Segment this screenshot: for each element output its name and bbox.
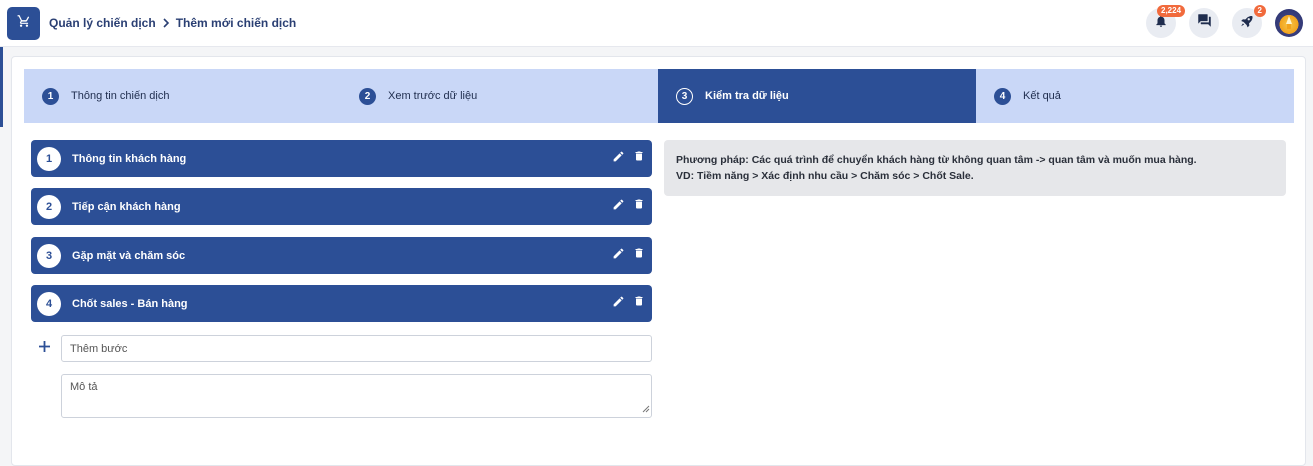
rocket-button[interactable]: 2 (1232, 5, 1266, 38)
step-label: Kiểm tra dữ liệu (705, 90, 789, 102)
step-number: 1 (42, 87, 59, 105)
cart-icon (17, 14, 31, 33)
add-step-input[interactable]: Thêm bước (61, 335, 652, 362)
stage-card[interactable]: 3 Gặp mặt và chăm sóc (31, 237, 652, 274)
breadcrumb: Quản lý chiến dịch Thêm mới chiến dịch (49, 16, 296, 30)
stage-title: Tiếp cận khách hàng (72, 200, 181, 213)
method-info-box: Phương pháp: Các quá trình để chuyển khá… (664, 140, 1286, 196)
stage-title: Gặp mặt và chăm sóc (72, 249, 186, 262)
description-placeholder: Mô tả (70, 381, 98, 393)
stage-card[interactable]: 2 Tiếp cận khách hàng (31, 188, 652, 225)
trash-icon[interactable] (633, 149, 645, 168)
trash-icon[interactable] (633, 246, 645, 265)
resize-handle-icon[interactable] (642, 404, 650, 416)
stage-number: 1 (37, 146, 61, 171)
main-panel: 1 Thông tin chiến dịch 2 Xem trước dữ li… (11, 56, 1306, 466)
stage-number: 2 (37, 194, 61, 219)
info-line-2: VD: Tiềm năng > Xác định nhu cầu > Chăm … (676, 170, 974, 182)
cart-button[interactable] (7, 7, 40, 40)
edit-icon[interactable] (612, 295, 625, 313)
breadcrumb-current: Thêm mới chiến dịch (175, 16, 297, 30)
stage-number: 3 (37, 243, 61, 268)
step-label: Kết quả (1023, 90, 1061, 102)
chevron-right-icon (162, 18, 170, 28)
step-campaign-info[interactable]: 1 Thông tin chiến dịch (24, 69, 341, 123)
add-step-placeholder: Thêm bước (70, 342, 128, 355)
step-preview-data[interactable]: 2 Xem trước dữ liệu (341, 69, 658, 123)
edit-icon[interactable] (612, 247, 625, 265)
notifications-count-badge: 2,224 (1157, 5, 1186, 17)
stage-card[interactable]: 1 Thông tin khách hàng (31, 140, 652, 177)
step-label: Thông tin chiến dịch (71, 90, 170, 102)
step-number: 3 (676, 87, 693, 105)
chat-icon (1197, 13, 1212, 33)
step-check-data[interactable]: 3 Kiểm tra dữ liệu (658, 69, 976, 123)
stage-card[interactable]: 4 Chốt sales - Bán hàng (31, 285, 652, 322)
messages-button[interactable] (1189, 8, 1219, 38)
breadcrumb-parent-link[interactable]: Quản lý chiến dịch (49, 16, 156, 30)
stepper: 1 Thông tin chiến dịch 2 Xem trước dữ li… (24, 69, 1294, 123)
stage-number: 4 (37, 291, 61, 316)
add-step-button[interactable] (38, 340, 51, 358)
stage-title: Chốt sales - Bán hàng (72, 297, 188, 310)
step-number: 4 (994, 87, 1011, 105)
trash-icon[interactable] (633, 197, 645, 216)
notifications-button[interactable]: 2,224 (1146, 5, 1186, 38)
edit-icon[interactable] (612, 198, 625, 216)
rocket-count-badge: 2 (1253, 5, 1266, 17)
description-textarea[interactable]: Mô tả (61, 374, 652, 418)
left-rail (0, 47, 3, 127)
stage-title: Thông tin khách hàng (72, 152, 187, 165)
rocket-icon (1240, 14, 1254, 33)
avatar[interactable] (1275, 9, 1303, 37)
trash-icon[interactable] (633, 294, 645, 313)
step-result[interactable]: 4 Kết quả (976, 69, 1294, 123)
step-label: Xem trước dữ liệu (388, 90, 478, 102)
plus-icon (38, 340, 51, 358)
top-bar: Quản lý chiến dịch Thêm mới chiến dịch 2… (0, 0, 1313, 47)
step-number: 2 (359, 87, 376, 105)
info-line-1: Phương pháp: Các quá trình để chuyển khá… (676, 154, 1197, 166)
edit-icon[interactable] (612, 150, 625, 168)
